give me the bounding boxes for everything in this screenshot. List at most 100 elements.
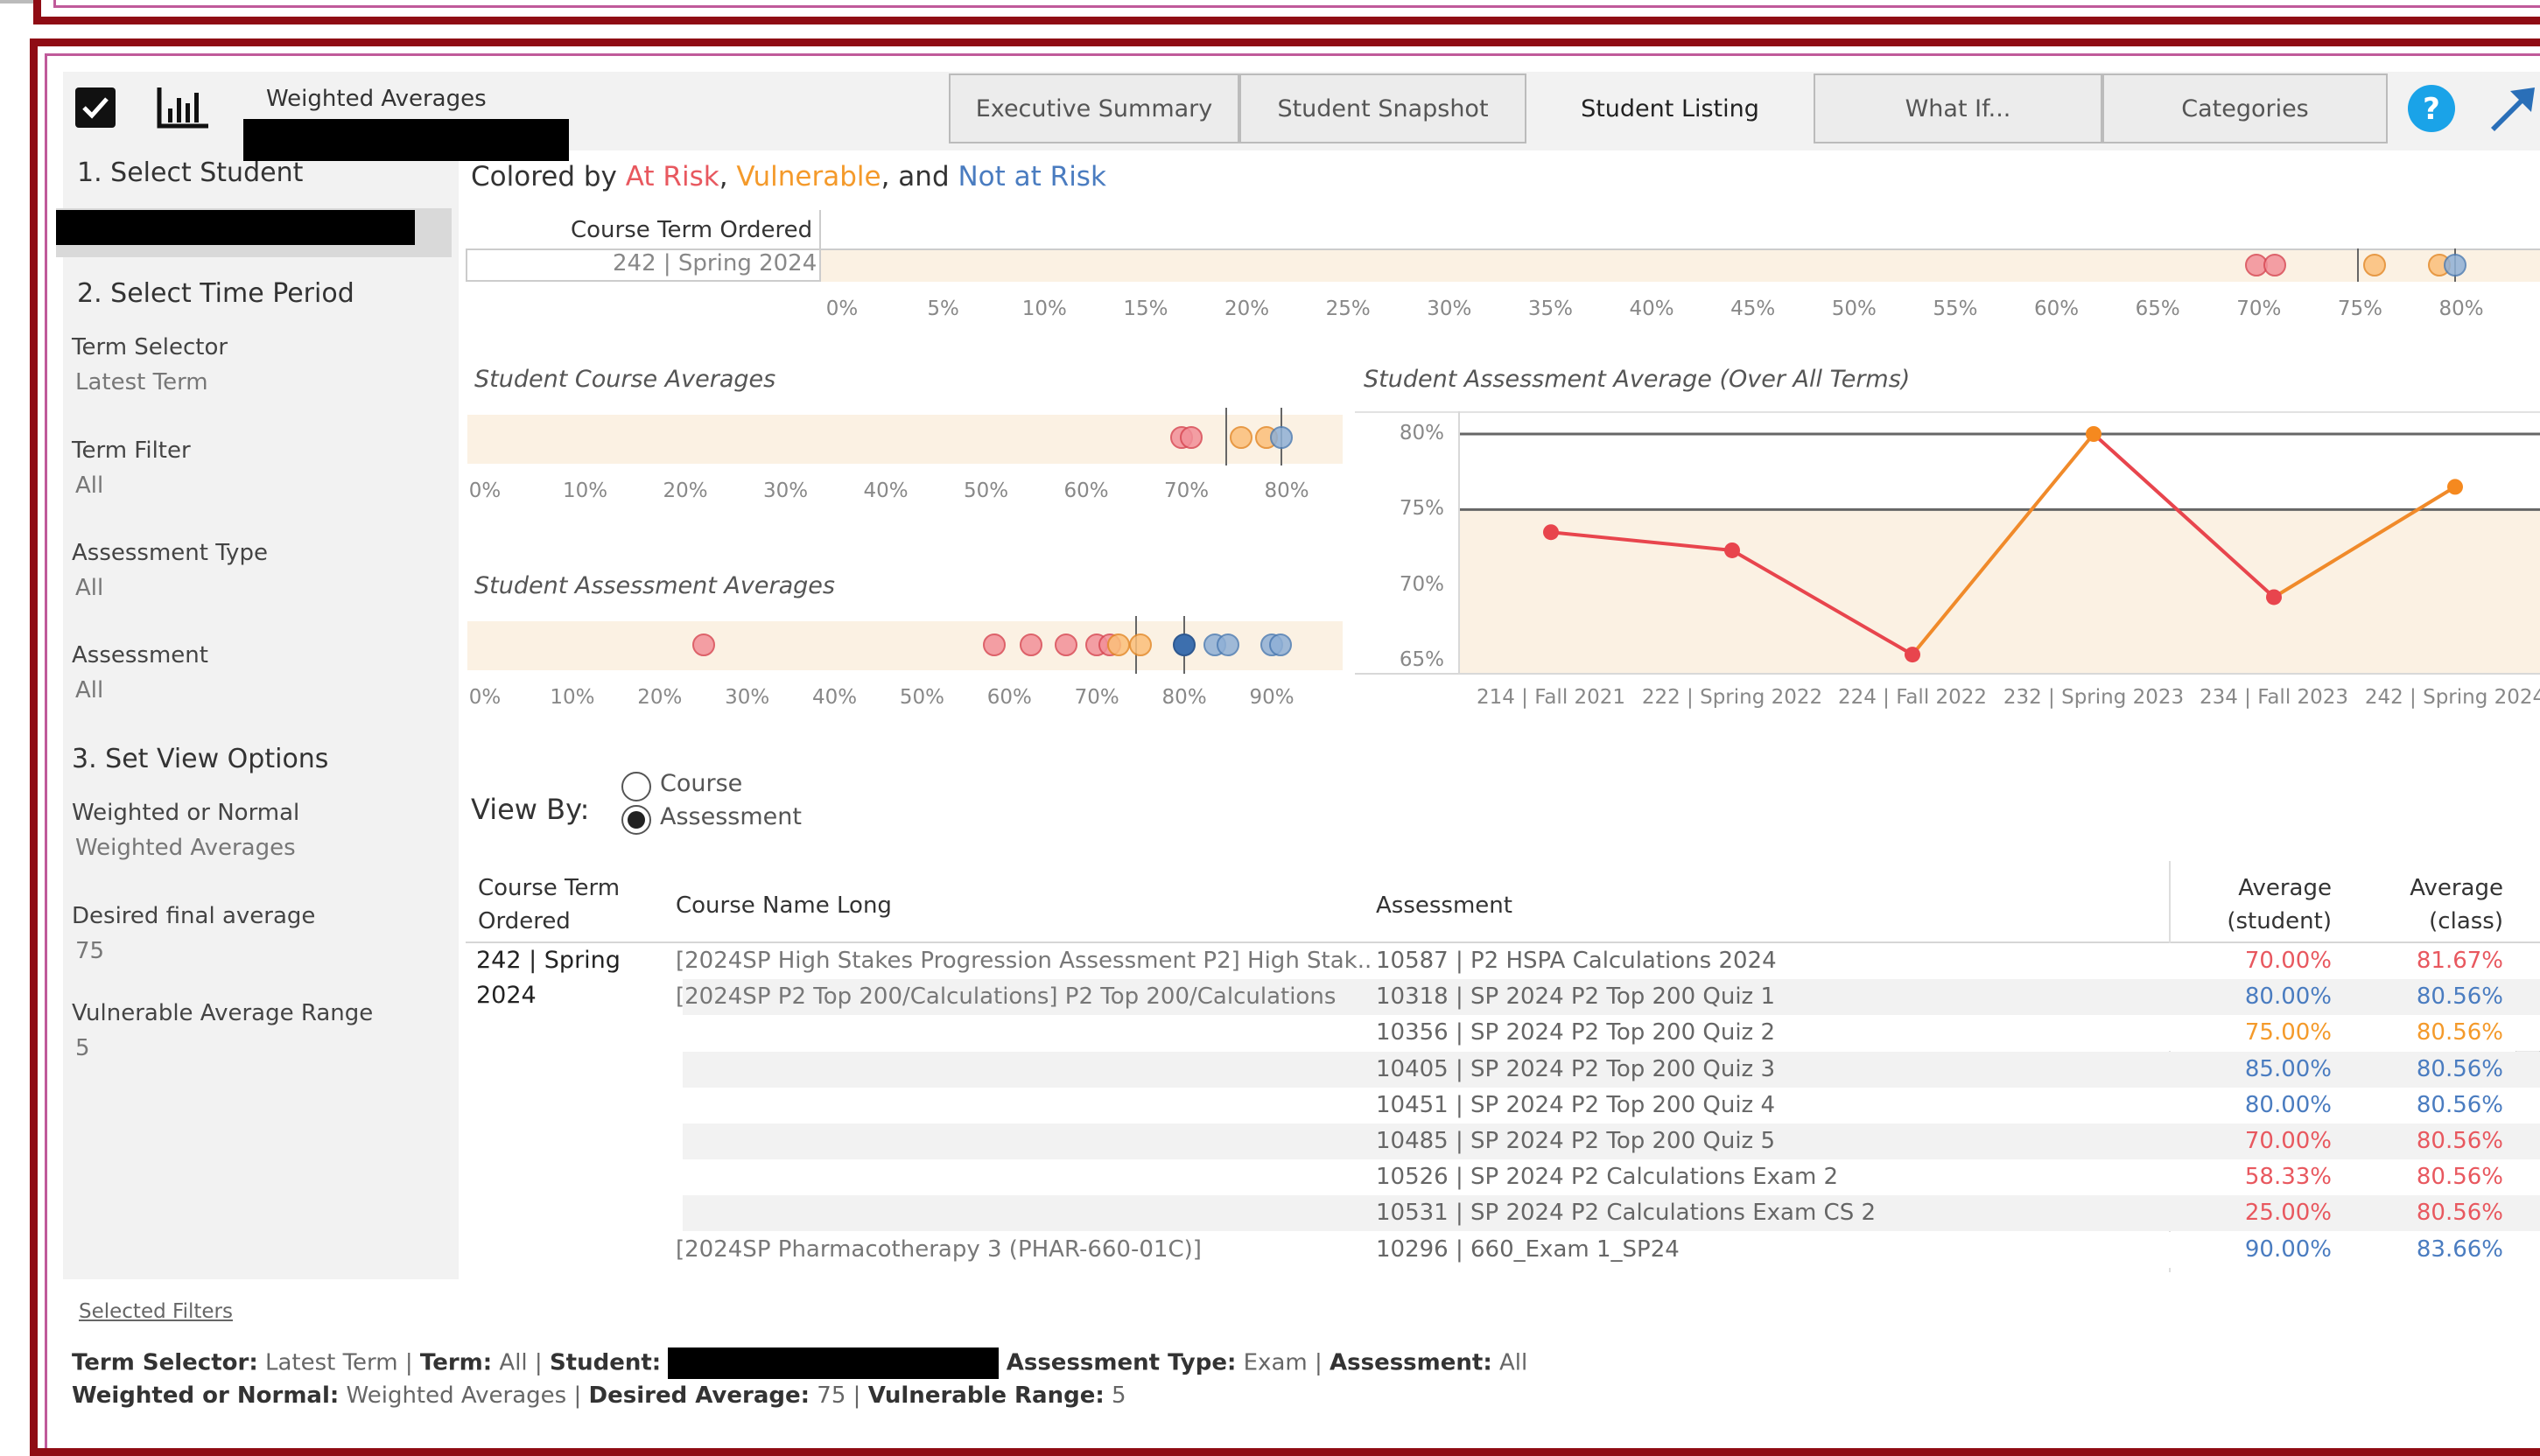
footer-weighted-value: Weighted Averages	[346, 1382, 567, 1409]
col-header-avg-class-line2: (class)	[2429, 908, 2503, 934]
data-point	[1107, 634, 1131, 656]
x-tick-label: 214 | Fall 2021	[1476, 686, 1626, 709]
footer-separator: |	[853, 1382, 861, 1409]
term-selector-value[interactable]: Latest Term	[75, 369, 208, 396]
y-tick-label: 70%	[1399, 572, 1444, 596]
weighted-value[interactable]: Weighted Averages	[75, 835, 296, 861]
course-name-cell: [2024SP High Stakes Progression Assessme…	[676, 948, 1372, 974]
view-by-assessment-label[interactable]: Assessment	[660, 803, 802, 830]
avg-class-cell: 80.56%	[2416, 1019, 2503, 1046]
x-tick-label: 80%	[1161, 686, 1207, 709]
data-point	[1268, 634, 1292, 656]
footer-desired-value: 75	[817, 1382, 846, 1409]
assessment-type-value[interactable]: All	[75, 575, 103, 601]
line-point	[1543, 524, 1559, 541]
data-point	[1055, 634, 1078, 656]
col-header-course[interactable]: Course Name Long	[676, 889, 892, 922]
col-header-avg-class[interactable]: Average (class)	[2363, 872, 2503, 938]
col-header-avg-student[interactable]: Average (student)	[2188, 872, 2332, 938]
footer-term-selector-label: Term Selector:	[72, 1349, 258, 1376]
x-tick-label: 55%	[1933, 298, 1978, 320]
x-tick-label: 65%	[2135, 298, 2180, 320]
tab-categories[interactable]: Categories	[2102, 74, 2388, 144]
x-tick-label: 70%	[1163, 480, 1210, 502]
assessment-cell: 10296 | 660_Exam 1_SP24	[1376, 1236, 1680, 1263]
avg-class-cell: 83.66%	[2416, 1236, 2503, 1263]
footer-term-label: Term:	[419, 1349, 493, 1376]
y-tick-label: 75%	[1399, 497, 1444, 521]
x-tick-label: 20%	[663, 480, 708, 502]
line-point	[1905, 647, 1920, 663]
help-icon[interactable]: ?	[2407, 84, 2456, 133]
tab-student-snapshot[interactable]: Student Snapshot	[1239, 74, 1526, 144]
share-arrow-icon[interactable]	[2487, 86, 2536, 131]
term-selector-label: Term Selector	[72, 334, 228, 360]
view-by-course-label[interactable]: Course	[660, 770, 742, 797]
footer-assessment-type-label: Assessment Type:	[1006, 1349, 1237, 1376]
x-tick-label: 50%	[899, 686, 944, 709]
select-time-heading: 2. Select Time Period	[77, 278, 354, 309]
y-tick-label: 65%	[1399, 648, 1444, 671]
x-tick-label: 80%	[1264, 480, 1309, 502]
avg-student-cell: 90.00%	[2244, 1236, 2332, 1263]
term-filter-label: Term Filter	[72, 438, 191, 464]
term-filter-value[interactable]: All	[75, 472, 103, 499]
term-column-header: Course Term Ordered	[571, 217, 813, 243]
x-tick-label: 90%	[1249, 686, 1295, 709]
term-row-label: 242 | Spring 2024	[613, 250, 817, 276]
x-tick-label: 0%	[468, 686, 502, 709]
col-header-avg-class-line1: Average	[2410, 875, 2503, 901]
tab-executive-summary[interactable]: Executive Summary	[949, 74, 1239, 144]
col-header-term-line1: Course Term	[478, 875, 621, 901]
redacted-student-name	[243, 119, 569, 161]
footer-assessment-value: All	[1499, 1349, 1528, 1376]
data-point	[1173, 634, 1196, 656]
avg-student-cell: 70.00%	[2244, 1128, 2332, 1154]
x-tick-label: 10%	[1021, 298, 1067, 320]
footer-assessment-label: Assessment:	[1330, 1349, 1492, 1376]
x-tick-label: 10%	[562, 480, 608, 502]
x-tick-label: 40%	[863, 480, 909, 502]
svg-text:?: ?	[2423, 92, 2440, 127]
legend-at-risk: At Risk	[625, 161, 719, 192]
y-tick-label: 80%	[1399, 422, 1444, 444]
x-tick-label: 224 | Fall 2022	[1837, 686, 1988, 709]
view-by-course-radio[interactable]	[621, 772, 651, 802]
avg-student-cell: 58.33%	[2244, 1164, 2332, 1191]
term-header-divider	[819, 210, 821, 248]
legend-vulnerable: Vulnerable	[736, 161, 881, 192]
avg-student-cell: 25.00%	[2244, 1200, 2332, 1227]
reference-line	[2357, 248, 2360, 282]
footer-assessment-type-value: Exam	[1243, 1349, 1308, 1376]
x-tick-label: 232 | Spring 2023	[2003, 686, 2185, 709]
assessment-label: Assessment	[72, 642, 208, 668]
color-legend: Colored by At Risk, Vulnerable, and Not …	[471, 161, 1106, 192]
x-tick-label: 35%	[1527, 298, 1573, 320]
view-by-assessment-radio[interactable]	[621, 805, 651, 835]
avg-class-cell: 80.56%	[2416, 1128, 2503, 1154]
bar-chart-icon[interactable]	[156, 86, 210, 130]
line-point	[1724, 542, 1740, 558]
selected-filters-link[interactable]: Selected Filters	[79, 1300, 233, 1323]
x-tick-label: 45%	[1730, 298, 1776, 320]
vulnerable-range-value[interactable]: 5	[75, 1035, 90, 1061]
avg-class-cell: 80.56%	[2416, 1200, 2503, 1227]
avg-student-cell: 80.00%	[2244, 1091, 2332, 1118]
line-point	[2266, 589, 2282, 606]
top-frame	[33, 0, 2540, 24]
course-name-cell: [2024SP Pharmacotherapy 3 (PHAR-660-01C)…	[676, 1236, 1202, 1263]
x-tick-label: 30%	[1427, 298, 1472, 320]
col-header-term[interactable]: Course Term Ordered	[478, 872, 620, 938]
tab-what-if[interactable]: What If...	[1814, 74, 2102, 144]
app-title: Weighted Averages	[266, 86, 487, 112]
view-by-label: View By:	[471, 793, 590, 826]
col-header-assessment[interactable]: Assessment	[1376, 889, 1512, 922]
tab-student-listing[interactable]: Student Listing	[1526, 74, 1814, 144]
x-tick-label: 20%	[1224, 298, 1270, 320]
checkbox-icon[interactable]	[75, 88, 116, 128]
desired-average-value[interactable]: 75	[75, 938, 104, 964]
x-tick-label: 5%	[927, 298, 959, 320]
select-student-heading: 1. Select Student	[77, 158, 304, 188]
assessment-value[interactable]: All	[75, 677, 103, 704]
footer-separator: |	[404, 1349, 413, 1376]
